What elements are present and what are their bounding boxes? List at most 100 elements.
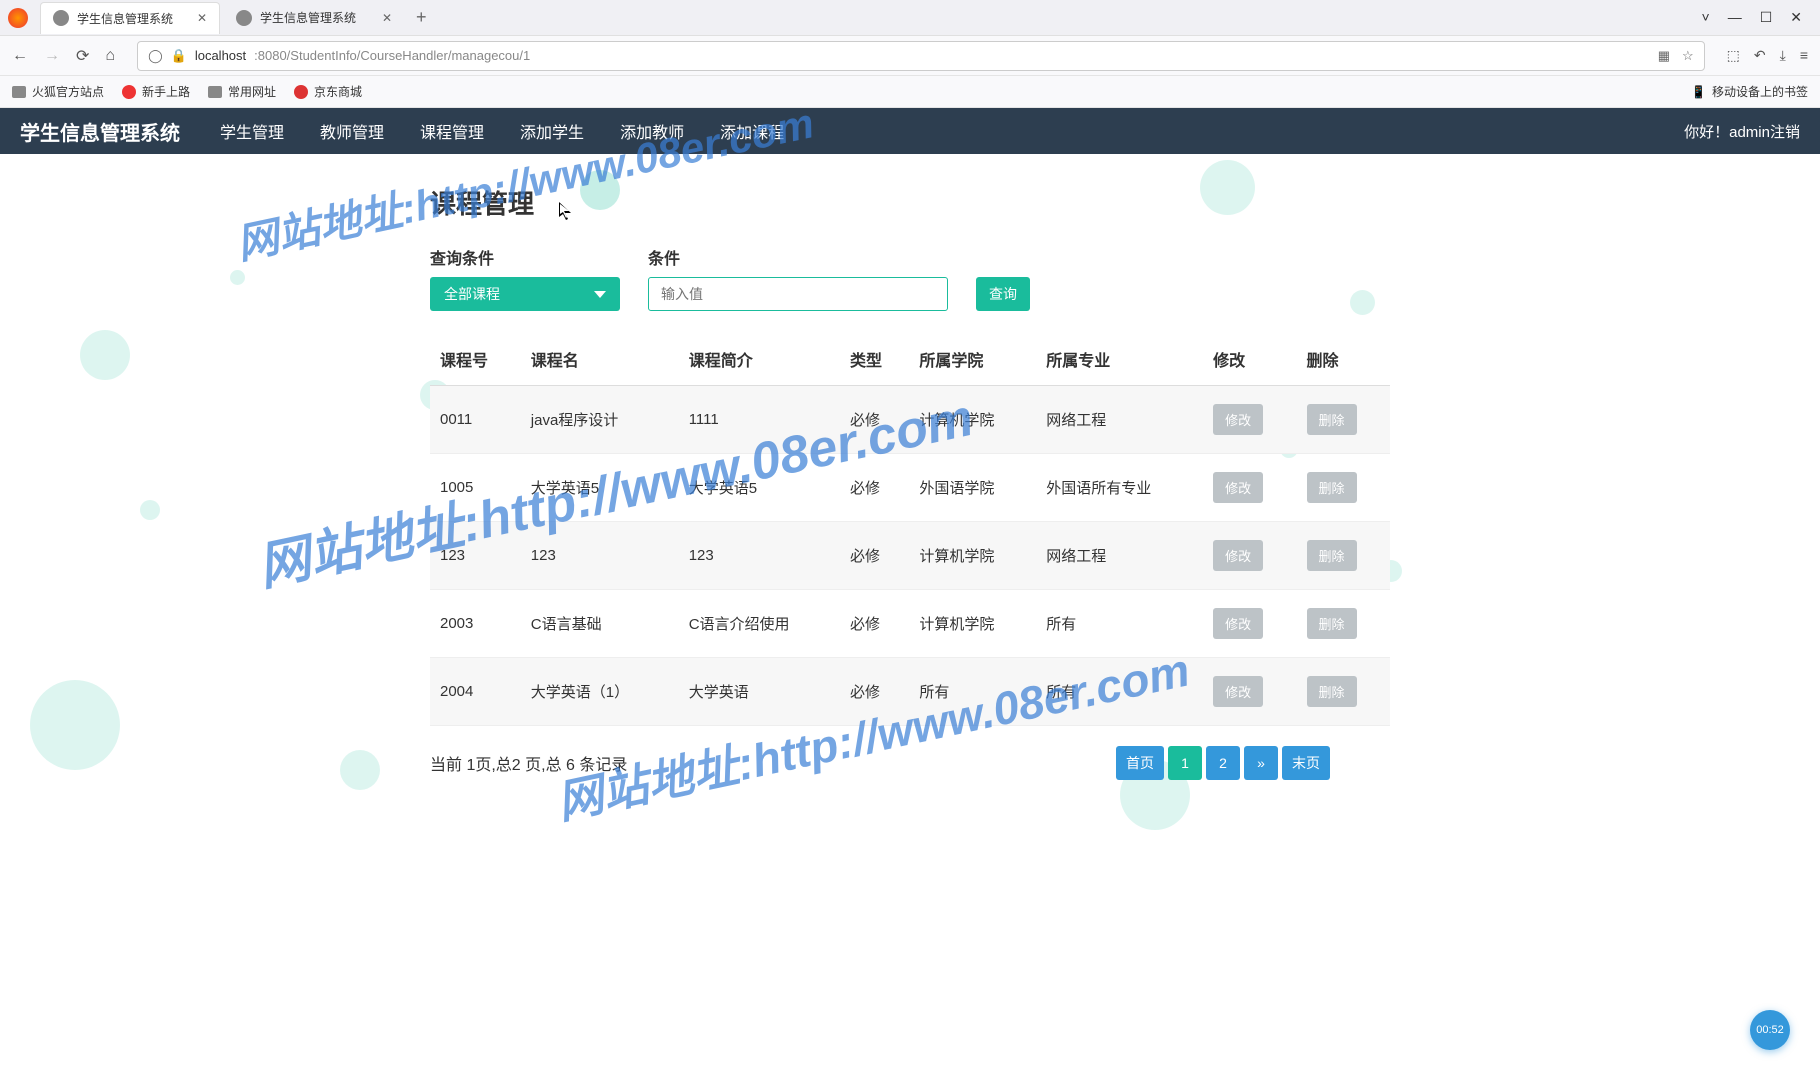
- nav-course-mgmt[interactable]: 课程管理: [420, 119, 484, 143]
- cell-desc: 大学英语: [679, 658, 840, 726]
- tab-favicon-icon: [53, 10, 69, 26]
- mobile-bookmarks[interactable]: 📱 移动设备上的书签: [1691, 83, 1808, 100]
- mobile-icon: 📱: [1691, 85, 1706, 99]
- bookmark-item[interactable]: 火狐官方站点: [12, 83, 104, 100]
- bookmark-label: 移动设备上的书签: [1712, 83, 1808, 100]
- delete-button[interactable]: 删除: [1307, 540, 1357, 571]
- cell-college: 外国语学院: [909, 454, 1036, 522]
- pagination-info: 当前 1页,总2 页,总 6 条记录: [430, 751, 627, 775]
- delete-button[interactable]: 删除: [1307, 608, 1357, 639]
- edit-button[interactable]: 修改: [1213, 540, 1263, 571]
- table-row: 0011java程序设计1111必修计算机学院网络工程修改删除: [430, 386, 1390, 454]
- cell-desc: 1111: [679, 386, 840, 454]
- new-tab-button[interactable]: +: [404, 7, 439, 28]
- page-first-button[interactable]: 首页: [1116, 746, 1164, 780]
- url-host: localhost: [195, 48, 246, 63]
- delete-button[interactable]: 删除: [1307, 404, 1357, 435]
- bookmark-item[interactable]: 京东商城: [294, 83, 362, 100]
- bookmark-item[interactable]: 常用网址: [208, 83, 276, 100]
- nav-forward-icon[interactable]: →: [44, 47, 60, 65]
- th-type: 类型: [840, 333, 909, 386]
- cell-major: 所有: [1036, 590, 1203, 658]
- tab-title: 学生信息管理系统: [77, 10, 173, 27]
- nav-add-course[interactable]: 添加课程: [720, 119, 784, 143]
- url-path: :8080/StudentInfo/CourseHandler/manageco…: [254, 48, 530, 63]
- nav-home-icon[interactable]: ⌂: [105, 47, 115, 65]
- tab-close-icon[interactable]: ✕: [382, 11, 392, 25]
- search-button[interactable]: 查询: [976, 277, 1030, 311]
- table-header-row: 课程号 课程名 课程简介 类型 所属学院 所属专业 修改 删除: [430, 333, 1390, 386]
- search-value-input[interactable]: [648, 277, 948, 311]
- folder-icon: [12, 86, 26, 98]
- cell-id: 1005: [430, 454, 521, 522]
- condition-dropdown[interactable]: 全部课程: [430, 277, 620, 311]
- bookmark-label: 火狐官方站点: [32, 83, 104, 100]
- table-row: 2004大学英语（1）大学英语必修所有所有修改删除: [430, 658, 1390, 726]
- mouse-cursor-icon: [559, 202, 573, 222]
- delete-button[interactable]: 删除: [1307, 472, 1357, 503]
- cell-type: 必修: [840, 386, 909, 454]
- th-course-name: 课程名: [521, 333, 679, 386]
- window-close-icon[interactable]: ✕: [1790, 9, 1802, 26]
- table-row: 123123123必修计算机学院网络工程修改删除: [430, 522, 1390, 590]
- edit-button[interactable]: 修改: [1213, 608, 1263, 639]
- browser-tab-inactive[interactable]: 学生信息管理系统 ✕: [224, 2, 404, 34]
- nav-back-icon[interactable]: ←: [12, 47, 28, 65]
- edit-button[interactable]: 修改: [1213, 472, 1263, 503]
- delete-button[interactable]: 删除: [1307, 676, 1357, 707]
- tab-close-icon[interactable]: ✕: [197, 11, 207, 25]
- nav-refresh-icon[interactable]: ⟳: [76, 46, 89, 66]
- cell-id: 2003: [430, 590, 521, 658]
- search-value-label: 条件: [648, 245, 948, 269]
- edit-button[interactable]: 修改: [1213, 404, 1263, 435]
- cell-name: C语言基础: [521, 590, 679, 658]
- bookmark-item[interactable]: 新手上路: [122, 83, 190, 100]
- th-delete: 删除: [1297, 333, 1391, 386]
- cell-college: 计算机学院: [909, 522, 1036, 590]
- cell-major: 所有: [1036, 658, 1203, 726]
- undo-icon[interactable]: ↶: [1754, 47, 1766, 64]
- cell-desc: 大学英语5: [679, 454, 840, 522]
- cell-name: java程序设计: [521, 386, 679, 454]
- greeting-text: 你好！admin: [1684, 124, 1770, 141]
- page-1-button[interactable]: 1: [1168, 746, 1202, 780]
- cell-id: 123: [430, 522, 521, 590]
- nav-items: 学生管理 教师管理 课程管理 添加学生 添加教师 添加课程: [220, 119, 784, 143]
- hamburger-menu-icon[interactable]: ≡: [1800, 47, 1808, 64]
- logout-link[interactable]: 注销: [1770, 124, 1800, 141]
- edit-button[interactable]: 修改: [1213, 676, 1263, 707]
- cell-college: 计算机学院: [909, 590, 1036, 658]
- window-expand-icon[interactable]: ˅: [1702, 9, 1710, 26]
- download-icon[interactable]: ⤓: [1780, 47, 1786, 64]
- site-icon: [122, 85, 136, 99]
- extension-icon[interactable]: ⬚: [1727, 47, 1740, 64]
- bookmark-star-icon[interactable]: ☆: [1682, 48, 1694, 64]
- cell-major: 网络工程: [1036, 386, 1203, 454]
- nav-teacher-mgmt[interactable]: 教师管理: [320, 119, 384, 143]
- nav-student-mgmt[interactable]: 学生管理: [220, 119, 284, 143]
- bookmark-label: 常用网址: [228, 83, 276, 100]
- tab-title: 学生信息管理系统: [260, 9, 356, 26]
- browser-address-row: ← → ⟳ ⌂ ◯ 🔒 localhost:8080/StudentInfo/C…: [0, 36, 1820, 76]
- firefox-logo-icon: [8, 8, 28, 28]
- window-maximize-icon[interactable]: ☐: [1760, 9, 1773, 26]
- page-2-button[interactable]: 2: [1206, 746, 1240, 780]
- app-brand[interactable]: 学生信息管理系统: [20, 117, 180, 146]
- bookmark-label: 京东商城: [314, 83, 362, 100]
- th-course-id: 课程号: [430, 333, 521, 386]
- nav-add-student[interactable]: 添加学生: [520, 119, 584, 143]
- browser-tab-active[interactable]: 学生信息管理系统 ✕: [40, 2, 220, 34]
- browser-tab-strip: 学生信息管理系统 ✕ 学生信息管理系统 ✕ + ˅ — ☐ ✕: [0, 0, 1820, 36]
- nav-add-teacher[interactable]: 添加教师: [620, 119, 684, 143]
- cell-desc: 123: [679, 522, 840, 590]
- page-last-button[interactable]: 末页: [1282, 746, 1330, 780]
- window-minimize-icon[interactable]: —: [1728, 9, 1742, 26]
- page-next-button[interactable]: »: [1244, 746, 1278, 780]
- qr-icon[interactable]: ▦: [1658, 48, 1670, 64]
- app-navbar: 学生信息管理系统 学生管理 教师管理 课程管理 添加学生 添加教师 添加课程 你…: [0, 108, 1820, 154]
- window-controls: ˅ — ☐ ✕: [1702, 9, 1820, 26]
- address-bar[interactable]: ◯ 🔒 localhost:8080/StudentInfo/CourseHan…: [137, 41, 1705, 71]
- th-edit: 修改: [1203, 333, 1296, 386]
- course-table: 课程号 课程名 课程简介 类型 所属学院 所属专业 修改 删除 0011java…: [430, 333, 1390, 726]
- cell-name: 123: [521, 522, 679, 590]
